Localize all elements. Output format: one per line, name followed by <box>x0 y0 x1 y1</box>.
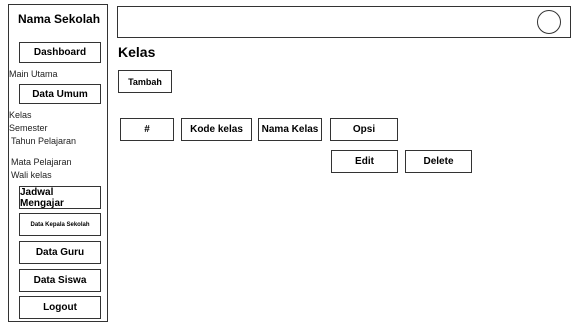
top-bar <box>117 6 571 38</box>
data-guru-button[interactable]: Data Guru <box>19 241 101 264</box>
data-umum-item-mata-pelajaran[interactable]: Mata Pelajaran <box>11 157 72 167</box>
table-header-number: # <box>120 118 174 141</box>
jadwal-mengajar-button[interactable]: Jadwal Mengajar <box>19 186 101 209</box>
page-title: Kelas <box>118 44 156 60</box>
table-header-kode-kelas: Kode kelas <box>181 118 252 141</box>
data-kepala-sekolah-button[interactable]: Data Kepala Sekolah <box>19 213 101 236</box>
data-umum-item-semester[interactable]: Semester <box>9 123 48 133</box>
dashboard-button[interactable]: Dashboard <box>19 42 101 63</box>
table-header-nama-kelas: Nama Kelas <box>258 118 322 141</box>
table-header-opsi: Opsi <box>330 118 398 141</box>
main-utama-label: Main Utama <box>9 69 58 79</box>
avatar[interactable] <box>537 10 561 34</box>
main-border-left <box>117 38 118 322</box>
data-umum-item-kelas[interactable]: Kelas <box>9 110 32 120</box>
edit-button[interactable]: Edit <box>331 150 398 173</box>
school-name: Nama Sekolah <box>18 12 101 26</box>
data-siswa-button[interactable]: Data Siswa <box>19 269 101 292</box>
delete-button[interactable]: Delete <box>405 150 472 173</box>
logout-button[interactable]: Logout <box>19 296 101 319</box>
tambah-button[interactable]: Tambah <box>118 70 172 93</box>
data-umum-item-wali-kelas[interactable]: Wali kelas <box>11 170 52 180</box>
data-umum-item-tahun-pelajaran[interactable]: Tahun Pelajaran <box>11 136 76 146</box>
data-umum-button[interactable]: Data Umum <box>19 84 101 104</box>
